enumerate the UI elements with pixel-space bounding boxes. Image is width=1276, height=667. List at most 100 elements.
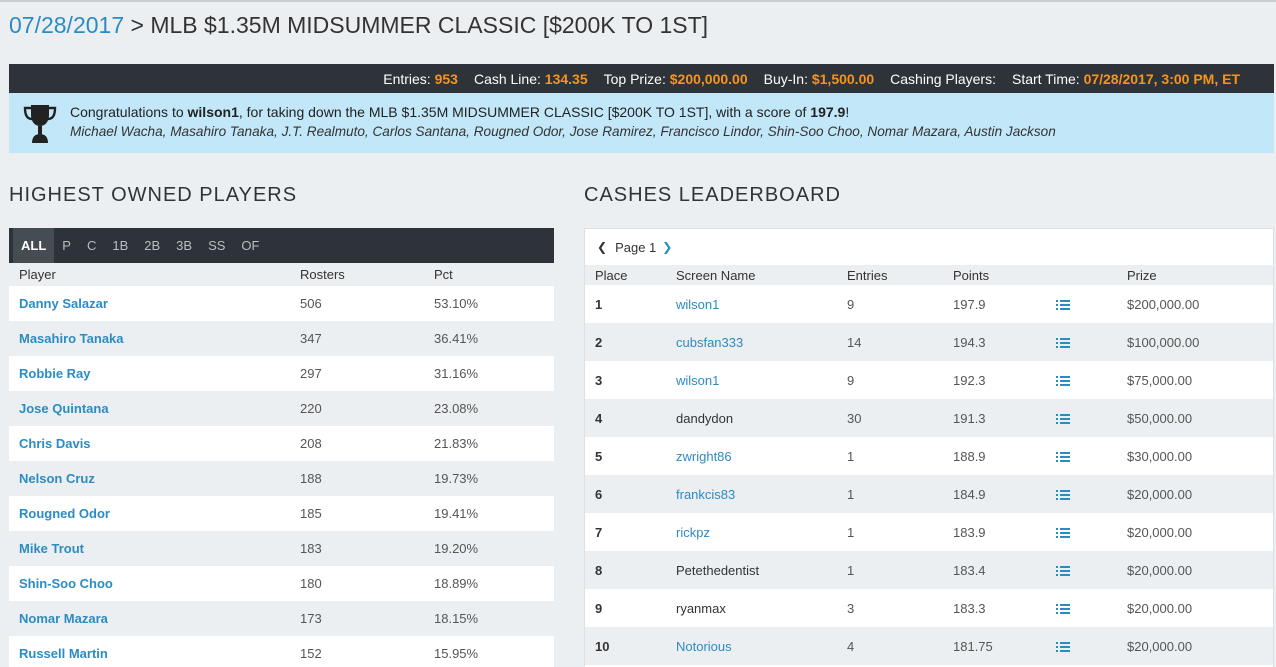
table-row: Chris Davis 208 21.83%	[9, 426, 554, 461]
list-icon[interactable]	[1056, 489, 1070, 501]
player-link[interactable]: Danny Salazar	[9, 296, 300, 311]
points-value: 184.9	[953, 486, 986, 502]
table-row: Nelson Cruz 188 19.73%	[9, 461, 554, 496]
table-row: 9 ryanmax 3 183.3 $20,000.00	[585, 589, 1273, 627]
cashes-leaderboard-panel: ❮ Page 1 ❯ Place Screen Name Entries Poi…	[584, 228, 1274, 667]
player-link[interactable]: Nomar Mazara	[9, 611, 300, 626]
place-value: 4	[595, 410, 603, 426]
rosters-value: 506	[300, 296, 322, 311]
screen-name[interactable]: wilson1	[676, 297, 847, 312]
points-value: 183.9	[953, 524, 986, 540]
prize-value: $50,000.00	[1127, 410, 1193, 426]
table-row: Masahiro Tanaka 347 36.41%	[9, 321, 554, 356]
pct-value: 19.20%	[434, 541, 479, 556]
tab-all[interactable]: ALL	[13, 228, 55, 263]
pagination: ❮ Page 1 ❯	[585, 229, 1273, 265]
place-value: 10	[595, 638, 610, 654]
rosters-value: 173	[300, 611, 322, 626]
prize-value: $20,000.00	[1127, 562, 1193, 578]
column-rosters: Rosters	[300, 267, 345, 282]
tab-p[interactable]: P	[54, 228, 79, 263]
screen-name: dandydon	[676, 410, 734, 426]
tab-ss[interactable]: SS	[200, 228, 233, 263]
list-icon[interactable]	[1056, 603, 1070, 615]
winning-lineup: Michael Wacha, Masahiro Tanaka, J.T. Rea…	[70, 124, 1056, 139]
points-value: 183.3	[953, 600, 986, 616]
player-link[interactable]: Shin-Soo Choo	[9, 576, 300, 591]
player-link[interactable]: Mike Trout	[9, 541, 300, 556]
table-row: Nomar Mazara 173 18.15%	[9, 601, 554, 636]
place-value: 2	[595, 334, 603, 350]
screen-name[interactable]: cubsfan333	[676, 335, 847, 350]
screen-name[interactable]: Notorious	[676, 639, 847, 654]
rosters-value: 347	[300, 331, 322, 346]
place-value: 8	[595, 562, 603, 578]
points-value: 191.3	[953, 410, 986, 426]
stat-cashing-players: Cashing Players:	[890, 70, 996, 87]
contest-stats-bar: Entries: 953 Cash Line: 134.35 Top Prize…	[9, 64, 1274, 93]
table-row: 7 rickpz 1 183.9 $20,000.00	[585, 513, 1273, 551]
rosters-value: 188	[300, 471, 322, 486]
player-link[interactable]: Jose Quintana	[9, 401, 300, 416]
table-row: Danny Salazar 506 53.10%	[9, 286, 554, 321]
player-link[interactable]: Nelson Cruz	[9, 471, 300, 486]
list-icon[interactable]	[1056, 337, 1070, 349]
place-value: 6	[595, 486, 603, 502]
player-link[interactable]: Robbie Ray	[9, 366, 300, 381]
player-link[interactable]: Rougned Odor	[9, 506, 300, 521]
list-icon[interactable]	[1056, 375, 1070, 387]
owned-section-title: HIGHEST OWNED PLAYERS	[9, 184, 298, 206]
entries-value: 14	[847, 334, 862, 350]
column-entries: Entries	[847, 267, 888, 283]
list-icon[interactable]	[1056, 299, 1070, 311]
tab-c[interactable]: C	[79, 228, 104, 263]
screen-name[interactable]: zwright86	[676, 449, 847, 464]
prize-value: $30,000.00	[1127, 448, 1193, 464]
player-link[interactable]: Masahiro Tanaka	[9, 331, 300, 346]
list-icon[interactable]	[1056, 451, 1070, 463]
table-row: 8 Petethedentist 1 183.4 $20,000.00	[585, 551, 1273, 589]
table-row: Mike Trout 183 19.20%	[9, 531, 554, 566]
screen-name[interactable]: wilson1	[676, 373, 847, 388]
trophy-icon	[23, 105, 57, 143]
player-link[interactable]: Chris Davis	[9, 436, 300, 451]
chevron-left-icon[interactable]: ❮	[597, 240, 607, 254]
tab-3b[interactable]: 3B	[168, 228, 200, 263]
pct-value: 18.89%	[434, 576, 479, 591]
table-row: 4 dandydon 30 191.3 $50,000.00	[585, 399, 1273, 437]
rosters-value: 180	[300, 576, 322, 591]
top-rule	[0, 0, 1276, 2]
tab-2b[interactable]: 2B	[136, 228, 168, 263]
entries-value: 1	[847, 524, 855, 540]
column-player: Player	[19, 267, 56, 282]
table-row: Rougned Odor 185 19.41%	[9, 496, 554, 531]
winner-message: Congratulations to wilson1, for taking d…	[70, 104, 850, 120]
list-icon[interactable]	[1056, 527, 1070, 539]
column-prize: Prize	[1127, 267, 1157, 283]
list-icon[interactable]	[1056, 641, 1070, 653]
table-row: Shin-Soo Choo 180 18.89%	[9, 566, 554, 601]
column-pct: Pct	[434, 267, 453, 282]
screen-name[interactable]: frankcis83	[676, 487, 847, 502]
winner-score: 197.9	[810, 104, 846, 120]
table-row: 5 zwright86 1 188.9 $30,000.00	[585, 437, 1273, 475]
list-icon[interactable]	[1056, 565, 1070, 577]
pct-value: 15.95%	[434, 646, 479, 661]
list-icon[interactable]	[1056, 413, 1070, 425]
position-tabs: ALL P C 1B 2B 3B SS OF	[9, 228, 554, 263]
chevron-right-icon[interactable]: ❯	[662, 240, 672, 254]
player-link[interactable]: Russell Martin	[9, 646, 300, 661]
tab-of[interactable]: OF	[233, 228, 267, 263]
tab-1b[interactable]: 1B	[104, 228, 136, 263]
prize-value: $100,000.00	[1127, 334, 1200, 350]
page-title: 07/28/2017 > MLB $1.35M MIDSUMMER CLASSI…	[9, 12, 708, 39]
stat-start-time: Start Time: 07/28/2017, 3:00 PM, ET	[1011, 70, 1240, 87]
place-value: 5	[595, 448, 603, 464]
contest-name: MLB $1.35M MIDSUMMER CLASSIC [$200K TO 1…	[150, 12, 709, 38]
winner-name: wilson1	[187, 104, 239, 120]
rosters-value: 208	[300, 436, 322, 451]
contest-date-link[interactable]: 07/28/2017	[9, 12, 124, 38]
entries-value: 3	[847, 600, 855, 616]
screen-name[interactable]: rickpz	[676, 525, 847, 540]
entries-value: 9	[847, 372, 855, 388]
